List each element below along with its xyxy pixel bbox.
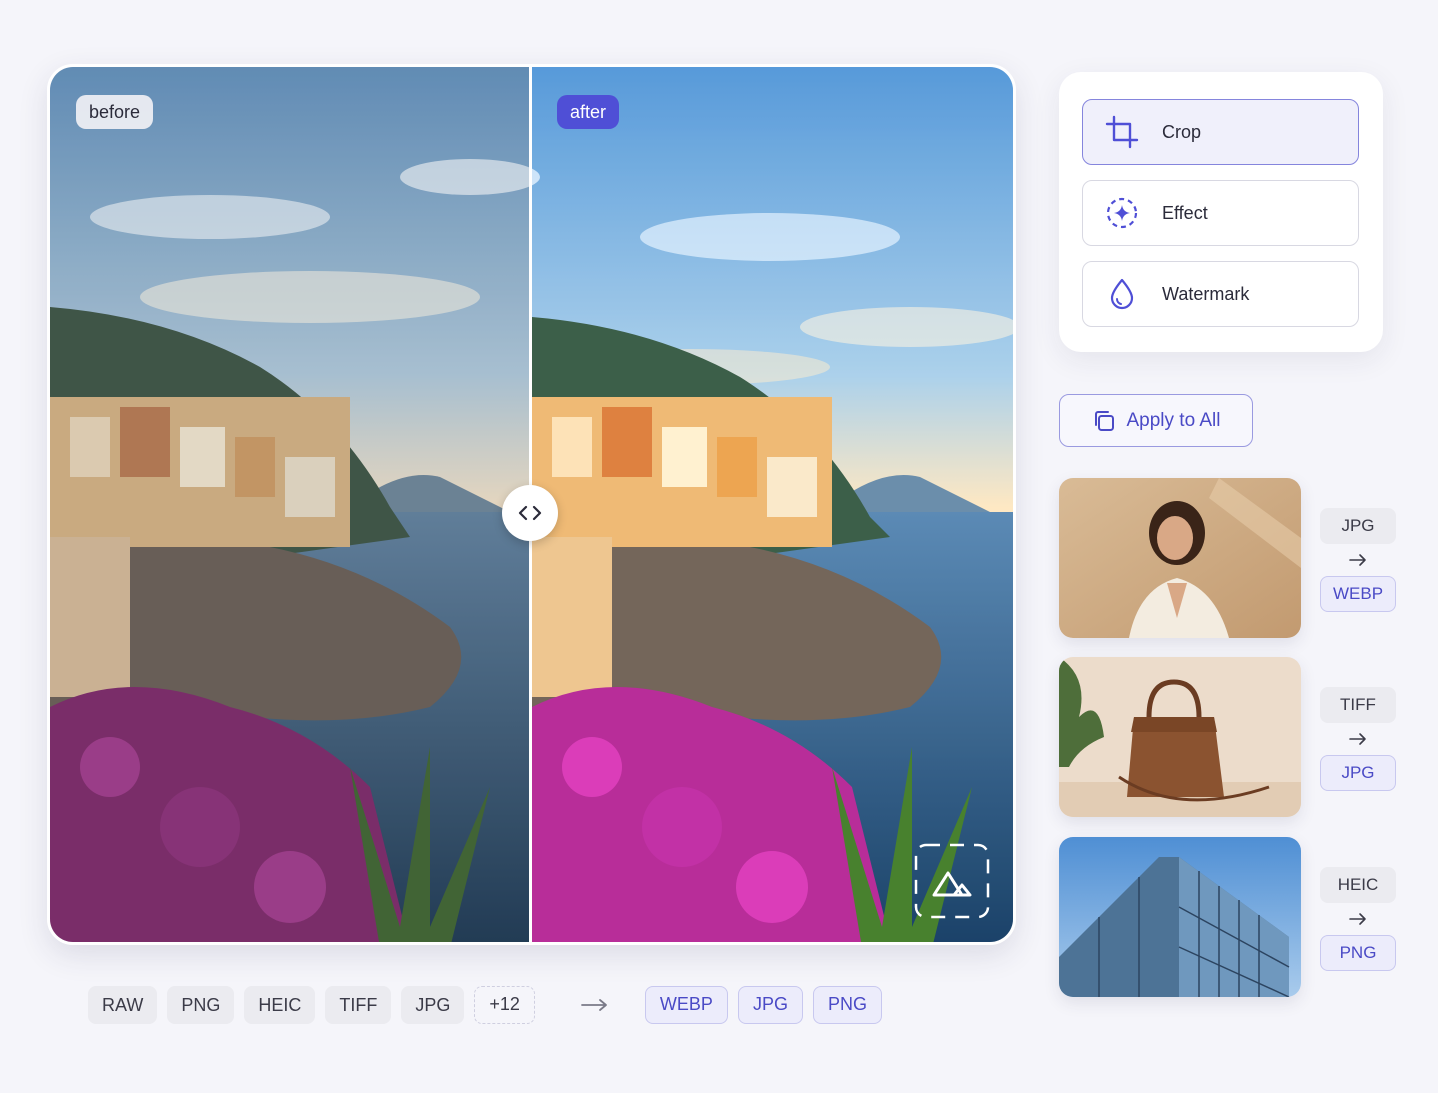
conversion-row: TIFF JPG bbox=[1059, 657, 1438, 817]
apply-to-all-button[interactable]: Apply to All bbox=[1059, 394, 1253, 447]
target-format-chip[interactable]: JPG bbox=[737, 986, 803, 1024]
source-format-chip[interactable]: PNG bbox=[167, 986, 235, 1024]
source-format-badge: HEIC bbox=[1320, 867, 1396, 903]
conversion-row: JPG WEBP bbox=[1059, 478, 1438, 638]
sparkle-effect-icon bbox=[1104, 195, 1140, 231]
compare-slider-handle[interactable] bbox=[502, 485, 558, 541]
source-format-badge: TIFF bbox=[1320, 687, 1396, 723]
water-drop-icon bbox=[1104, 276, 1140, 312]
crop-tool-button[interactable]: Crop bbox=[1082, 99, 1359, 165]
source-format-chip[interactable]: HEIC bbox=[244, 986, 316, 1024]
source-format-chip[interactable]: JPG bbox=[401, 986, 465, 1024]
source-format-chip[interactable]: RAW bbox=[88, 986, 158, 1024]
watermark-tool-button[interactable]: Watermark bbox=[1082, 261, 1359, 327]
target-format-badge[interactable]: PNG bbox=[1320, 935, 1396, 971]
arrow-right-icon bbox=[1348, 903, 1368, 935]
source-format-badge: JPG bbox=[1320, 508, 1396, 544]
tool-label: Effect bbox=[1162, 202, 1208, 223]
conversion-row: HEIC PNG bbox=[1059, 837, 1438, 997]
target-format-chip[interactable]: PNG bbox=[812, 986, 882, 1024]
tool-label: Watermark bbox=[1162, 283, 1250, 304]
after-image bbox=[532, 67, 1013, 942]
after-label: after bbox=[557, 95, 620, 129]
apply-to-all-label: Apply to All bbox=[1126, 409, 1221, 431]
arrow-right-icon bbox=[1348, 723, 1368, 755]
arrow-right-icon bbox=[545, 998, 645, 1012]
crop-icon bbox=[1104, 114, 1140, 150]
before-after-viewer: before after bbox=[47, 64, 1016, 945]
handbag-thumbnail[interactable] bbox=[1059, 657, 1301, 817]
before-image bbox=[50, 67, 530, 942]
portrait-thumbnail[interactable] bbox=[1059, 478, 1301, 638]
edit-tools-panel: Crop Effect Watermark bbox=[1059, 72, 1383, 352]
copy-icon bbox=[1094, 410, 1114, 431]
format-chips: RAW PNG HEIC TIFF JPG +12 WEBP JPG PNG bbox=[88, 986, 892, 1024]
more-formats-chip[interactable]: +12 bbox=[474, 986, 535, 1024]
chevrons-left-right-icon bbox=[518, 505, 542, 521]
target-format-badge[interactable]: WEBP bbox=[1320, 576, 1396, 612]
effect-tool-button[interactable]: Effect bbox=[1082, 180, 1359, 246]
target-format-chip[interactable]: WEBP bbox=[644, 986, 728, 1024]
building-thumbnail[interactable] bbox=[1059, 837, 1301, 997]
tool-label: Crop bbox=[1162, 121, 1202, 142]
target-format-badge[interactable]: JPG bbox=[1320, 755, 1396, 791]
source-format-chip[interactable]: TIFF bbox=[325, 986, 392, 1024]
before-label: before bbox=[76, 95, 154, 129]
image-placeholder-icon[interactable] bbox=[914, 843, 990, 919]
arrow-right-icon bbox=[1348, 544, 1368, 576]
